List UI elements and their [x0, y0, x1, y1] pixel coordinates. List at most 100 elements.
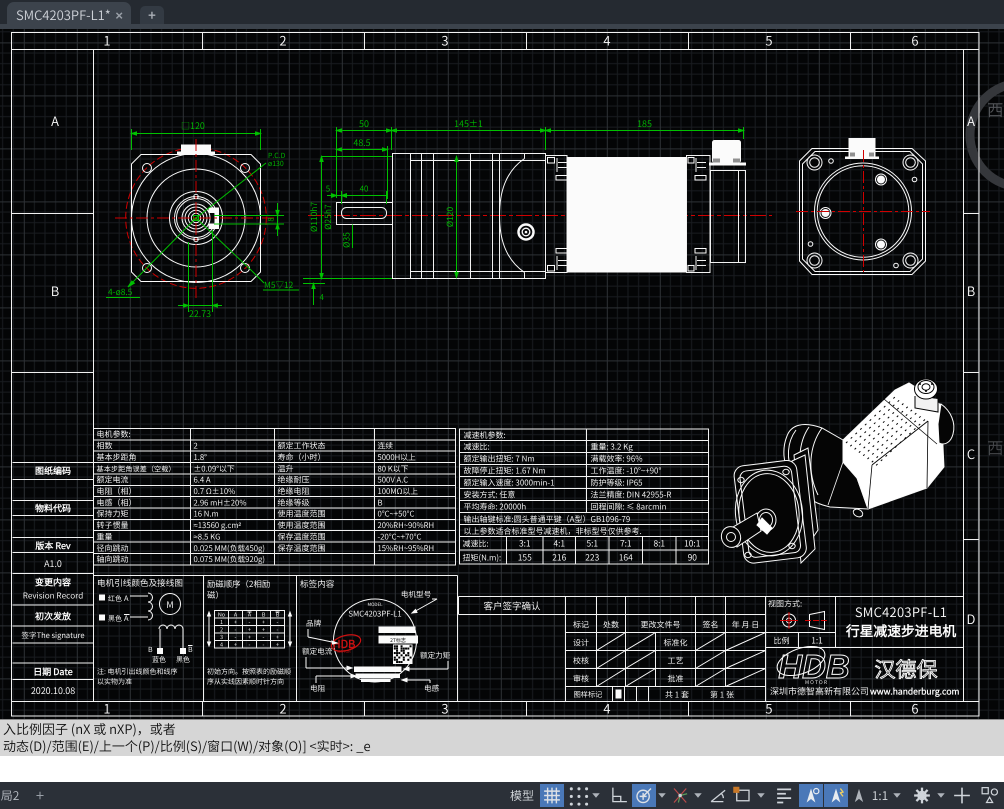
svg-text:额定电流: 额定电流 [97, 475, 129, 486]
svg-text:185: 185 [637, 117, 652, 130]
svg-text:48.5: 48.5 [353, 136, 370, 149]
svg-text:4: 4 [603, 699, 610, 718]
svg-text:2020.10.08: 2020.10.08 [31, 684, 75, 697]
svg-text:40: 40 [360, 184, 369, 195]
svg-text:审核: 审核 [573, 674, 589, 685]
svg-text:±0.09°以下: ±0.09°以下 [194, 463, 235, 474]
svg-text:视图方式:: 视图方式: [768, 599, 802, 610]
svg-text:基本步距角: 基本步距角 [97, 452, 137, 463]
svg-text:2: 2 [194, 441, 198, 452]
svg-text:216: 216 [552, 552, 566, 564]
svg-text:电感（相）: 电感（相） [97, 497, 137, 508]
svg-text:图纸编码: 图纸编码 [35, 464, 71, 477]
svg-text:8: 8 [266, 217, 277, 221]
svg-text:相数: 相数 [97, 441, 113, 452]
svg-text:物料代码: 物料代码 [35, 502, 71, 515]
svg-text:50: 50 [359, 117, 369, 130]
svg-text:标记: 标记 [573, 620, 589, 631]
svg-text:日期 Date: 日期 Date [33, 665, 73, 678]
svg-text:故障停止扭矩: 1.67 Nm: 故障停止扭矩: 1.67 Nm [464, 466, 546, 477]
svg-text:额定输入速度: 3000min-1: 额定输入速度: 3000min-1 [464, 478, 555, 489]
svg-text:电机型号: 电机型号 [401, 589, 432, 600]
svg-text:共 1 套: 共 1 套 [665, 690, 689, 701]
svg-text:防护等级: IP65: 防护等级: IP65 [591, 478, 643, 489]
svg-text:连续: 连续 [378, 441, 394, 452]
svg-text:2T标志: 2T标志 [390, 637, 406, 644]
svg-text:额定输出扭矩: 7 Nm: 额定输出扭矩: 7 Nm [464, 454, 535, 465]
svg-text:平均寿命: 20000h: 平均寿命: 20000h [464, 502, 527, 513]
svg-text:电阻（相）: 电阻（相） [97, 486, 137, 497]
svg-text:图样标记: 图样标记 [574, 690, 603, 700]
svg-text:A1.0: A1.0 [44, 557, 62, 570]
svg-text:4-ø8.5: 4-ø8.5 [108, 286, 133, 298]
svg-text:3: 3 [441, 699, 448, 718]
svg-text:0°C~+50°C: 0°C~+50°C [378, 509, 415, 520]
svg-text:C: C [967, 444, 975, 463]
svg-text:1: 1 [103, 699, 110, 718]
svg-text:额定工作状态: 额定工作状态 [278, 441, 326, 452]
svg-text:深圳市德智高新有限公司: 深圳市德智高新有限公司 [770, 685, 869, 698]
svg-text:0.025 MM(负载450g): 0.025 MM(负载450g) [194, 543, 265, 554]
svg-text:扭矩(N.m):: 扭矩(N.m): [463, 553, 502, 564]
svg-text:B: B [188, 645, 193, 655]
svg-text:1: 1 [103, 31, 110, 50]
svg-text:标签内容: 标签内容 [300, 578, 335, 590]
svg-text:≈13560 g.cm²: ≈13560 g.cm² [194, 520, 242, 531]
svg-text:-: - [263, 641, 265, 649]
svg-text:温升: 温升 [278, 463, 294, 474]
svg-text:重量: 3.2 Kg: 重量: 3.2 Kg [591, 442, 634, 453]
svg-text:145±1: 145±1 [454, 117, 483, 130]
svg-text:保存温度范围: 保存温度范围 [278, 531, 326, 542]
svg-text:5: 5 [326, 184, 330, 195]
svg-text:A: A [124, 593, 129, 604]
svg-text:1.8°: 1.8° [194, 452, 208, 463]
svg-text:www.handerburg.com: www.handerburg.com [869, 686, 959, 698]
svg-text:使用温度范围: 使用温度范围 [278, 509, 326, 520]
svg-text:初始方向。按照表的励磁顺: 初始方向。按照表的励磁顺 [207, 667, 291, 677]
svg-text:西: 西 [987, 435, 1004, 459]
svg-text:基本步距角误差（空载）: 基本步距角误差（空载） [97, 464, 176, 474]
svg-text:蓝色: 蓝色 [152, 655, 166, 665]
svg-text:4: 4 [603, 31, 610, 50]
svg-text:16 N.m: 16 N.m [194, 509, 219, 520]
svg-text:减速比:: 减速比: [464, 442, 490, 453]
svg-text:校核: 校核 [573, 656, 589, 667]
svg-text:转子惯量: 转子惯量 [97, 520, 129, 531]
svg-text:Ø25h7: Ø25h7 [322, 204, 334, 230]
svg-text:8:1: 8:1 [653, 538, 665, 550]
svg-text:+: + [276, 641, 279, 649]
svg-text:满载效率: 96%: 满载效率: 96% [591, 454, 643, 465]
svg-text:设计: 设计 [573, 638, 589, 649]
svg-text:标准化: 标准化 [664, 638, 688, 649]
svg-text:2.96 mH±20%: 2.96 mH±20% [194, 497, 247, 508]
svg-text:序从实线因素顺时针方向: 序从实线因素顺时针方向 [207, 677, 284, 687]
svg-text:+: + [234, 641, 237, 649]
svg-text:电阻: 电阻 [310, 683, 326, 694]
svg-text:额定力矩: 额定力矩 [420, 650, 451, 661]
svg-text:磁）: 磁） [207, 589, 224, 601]
svg-text:B: B [378, 497, 383, 508]
svg-text:B: B [148, 645, 153, 655]
svg-text:223: 223 [585, 552, 599, 564]
svg-text:ø130: ø130 [268, 159, 284, 169]
svg-text:6.4 A: 6.4 A [194, 475, 211, 486]
svg-text:2: 2 [279, 699, 286, 718]
svg-text:20%RH~90%RH: 20%RH~90%RH [378, 520, 435, 531]
svg-text:第 1 张: 第 1 张 [710, 690, 734, 701]
svg-text:重量: 重量 [97, 531, 113, 542]
svg-text:电机参数:: 电机参数: [97, 429, 131, 440]
svg-text:绝缘等级: 绝缘等级 [278, 497, 310, 508]
svg-text:工作温度: -10°~+90°: 工作温度: -10°~+90° [591, 466, 662, 477]
svg-text:绝缘电阻: 绝缘电阻 [278, 486, 310, 497]
svg-text:3:1: 3:1 [519, 538, 531, 550]
svg-text:回程间隙: ≤ 8arcmin: 回程间隙: ≤ 8arcmin [591, 502, 667, 513]
svg-text:Revision Record: Revision Record [23, 590, 84, 602]
svg-text:SMC4203PF-L1: SMC4203PF-L1 [855, 602, 947, 621]
svg-text:Ø120: Ø120 [444, 207, 456, 228]
svg-text:4: 4 [320, 292, 325, 303]
svg-text:轴向跳动: 轴向跳动 [97, 554, 129, 565]
svg-text:80 K以下: 80 K以下 [378, 463, 409, 474]
svg-text:22.73: 22.73 [189, 307, 211, 320]
svg-text:6: 6 [911, 699, 918, 718]
svg-text:D: D [967, 609, 976, 628]
